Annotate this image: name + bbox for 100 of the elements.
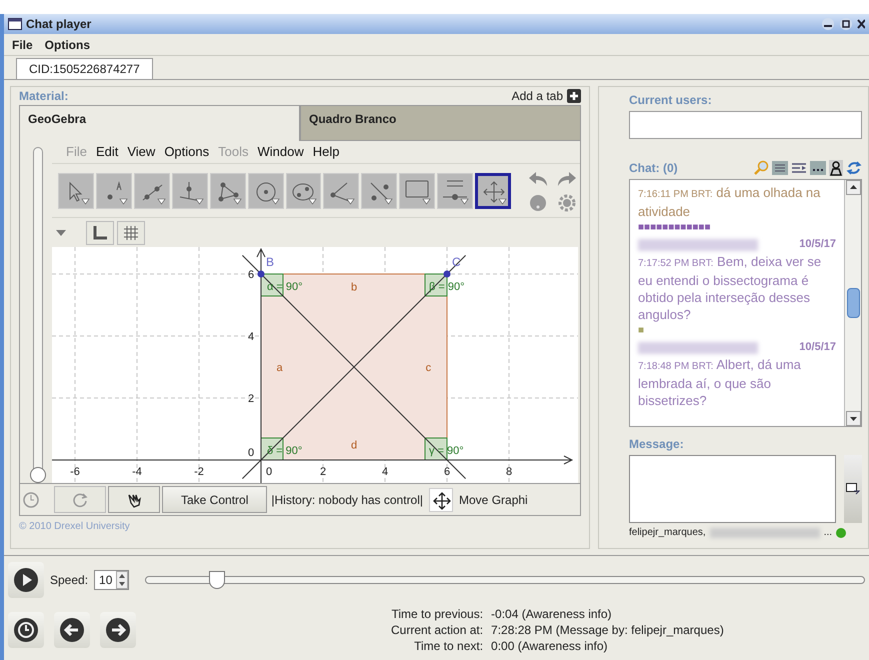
status-text: felipejr_marques, <box>629 526 706 540</box>
user-icon[interactable] <box>829 160 843 176</box>
menu-item[interactable]: File <box>12 36 33 54</box>
playback-slider[interactable] <box>145 571 865 589</box>
caret-icon[interactable] <box>56 228 66 236</box>
tick-label: -6 <box>70 466 80 478</box>
history-button[interactable] <box>8 612 44 648</box>
more-icon[interactable] <box>810 161 826 175</box>
message-text: 7:17:52 PM BRT: Bem, deixa ver se eu entendi o bissectograma é obtido pela interseção desses angulos? <box>638 253 822 323</box>
play-button[interactable] <box>8 562 44 598</box>
refresh-icon <box>71 490 89 508</box>
material-label: Material: <box>19 88 68 105</box>
geogebra-menu-item[interactable]: View <box>127 142 156 162</box>
mode-text: Move Graphi <box>459 492 528 508</box>
slider-thumb[interactable] <box>30 467 46 483</box>
info-label: Time to previous: <box>391 606 484 622</box>
tick-label: 2 <box>320 466 326 478</box>
grid-toggle[interactable] <box>117 220 145 244</box>
slider-thumb[interactable] <box>209 571 226 589</box>
grid-icon <box>123 224 139 240</box>
tick-label: 0 <box>248 447 254 459</box>
add-tab-button[interactable]: Add a tab <box>512 87 581 105</box>
message-text: 7:18:48 PM BRT: Albert, dá uma lembrada aí, o que são bissetrizes? <box>638 356 802 409</box>
side-label: a <box>276 362 283 374</box>
geogebra-menu-item[interactable]: Edit <box>96 142 118 162</box>
tick-label: 4 <box>382 466 388 478</box>
info-value: 7:28:28 PM (Message by: felipejr_marques) <box>491 622 724 638</box>
message-date: 10/5/17 <box>799 340 836 355</box>
geogebra-menu-item[interactable]: Window <box>257 142 304 162</box>
tick-label: -2 <box>194 466 204 478</box>
scroll-down-icon[interactable] <box>846 411 860 426</box>
send-icon <box>846 483 860 495</box>
side-label: d <box>350 440 358 452</box>
copyright-text: © 2010 Drexel University <box>19 520 131 534</box>
geogebra-menu-item[interactable]: Help <box>312 142 340 162</box>
move-icon[interactable] <box>429 488 454 512</box>
plus-icon <box>567 89 581 103</box>
message-text: 7:16:11 PM BRT: dá uma olhada na atividade <box>638 184 822 220</box>
clock-icon <box>13 617 39 643</box>
side-label: b <box>350 281 358 294</box>
info-label: Time to next: <box>413 638 484 654</box>
axes-icon <box>92 224 108 240</box>
tick-label: -4 <box>132 466 142 478</box>
zoom-slider[interactable] <box>29 147 47 483</box>
scroll-up-icon[interactable] <box>846 180 860 195</box>
message-marker: ■■■■■■■■■■■■ <box>638 222 710 234</box>
material-tab[interactable]: GeoGebra <box>19 105 300 141</box>
tick-label: 4 <box>248 331 254 343</box>
take-control-button[interactable]: Take Control <box>162 486 268 513</box>
menu-item[interactable]: Options <box>44 36 90 54</box>
history-text: |History: nobody has control| <box>271 492 424 508</box>
square-shape[interactable] <box>260 274 448 460</box>
message-marker: ■ <box>638 325 644 337</box>
send-button[interactable] <box>844 455 862 523</box>
users-label: Current users: <box>629 92 713 109</box>
message-field[interactable] <box>629 455 836 523</box>
refresh-icon[interactable] <box>846 160 862 176</box>
speed-label: Speed: <box>50 572 88 589</box>
window-icon <box>8 18 22 30</box>
angle-label: γ = 90° <box>429 445 464 457</box>
minimize-icon[interactable] <box>821 17 835 31</box>
message-date: 10/5/17 <box>799 237 836 252</box>
info-value: -0:04 (Awareness info) <box>491 606 613 622</box>
right-angle-mark <box>424 438 448 460</box>
indent-icon[interactable] <box>791 161 807 175</box>
material-tab[interactable]: Quadro Branco <box>300 105 581 141</box>
point-label: B <box>266 255 274 269</box>
scrollbar[interactable] <box>844 180 861 426</box>
axes-toggle[interactable] <box>86 220 114 244</box>
angle-label: α = 90° <box>267 281 303 293</box>
speed-spinner[interactable]: 10 <box>94 570 130 590</box>
tool-button[interactable] <box>475 172 512 208</box>
tick-label: 0 <box>266 466 272 478</box>
tick-label: 6 <box>444 466 450 478</box>
right-angle-mark <box>260 274 284 296</box>
maximize-icon[interactable] <box>839 17 853 31</box>
chat-label: Chat: (0) <box>629 160 678 177</box>
close-icon[interactable] <box>857 17 865 31</box>
side-label: c <box>426 362 432 374</box>
status-ellipsis: ... <box>824 526 832 540</box>
window-title: Chat player <box>26 16 92 33</box>
point[interactable] <box>258 270 264 278</box>
back-button[interactable] <box>54 612 90 648</box>
info-value: 0:00 (Awareness info) <box>491 638 609 654</box>
tick-label: 6 <box>248 269 254 281</box>
session-tab[interactable]: CID:1505226874277 <box>16 58 153 79</box>
point[interactable] <box>444 270 450 278</box>
right-angle-mark <box>424 274 448 296</box>
forward-button[interactable] <box>100 612 136 648</box>
info-label: Current action at: <box>391 622 484 638</box>
geogebra-menu-item[interactable]: Options <box>164 142 210 162</box>
message-label: Message: <box>629 436 685 453</box>
spinner-arrows-icon[interactable] <box>116 571 128 589</box>
hand-button[interactable] <box>108 486 160 513</box>
list-icon[interactable] <box>772 161 788 175</box>
play-icon <box>13 567 39 593</box>
diagonals-drawing[interactable] <box>242 254 466 480</box>
online-icon <box>836 528 846 538</box>
tick-label: 8 <box>506 466 512 478</box>
scroll-thumb[interactable] <box>846 288 860 318</box>
